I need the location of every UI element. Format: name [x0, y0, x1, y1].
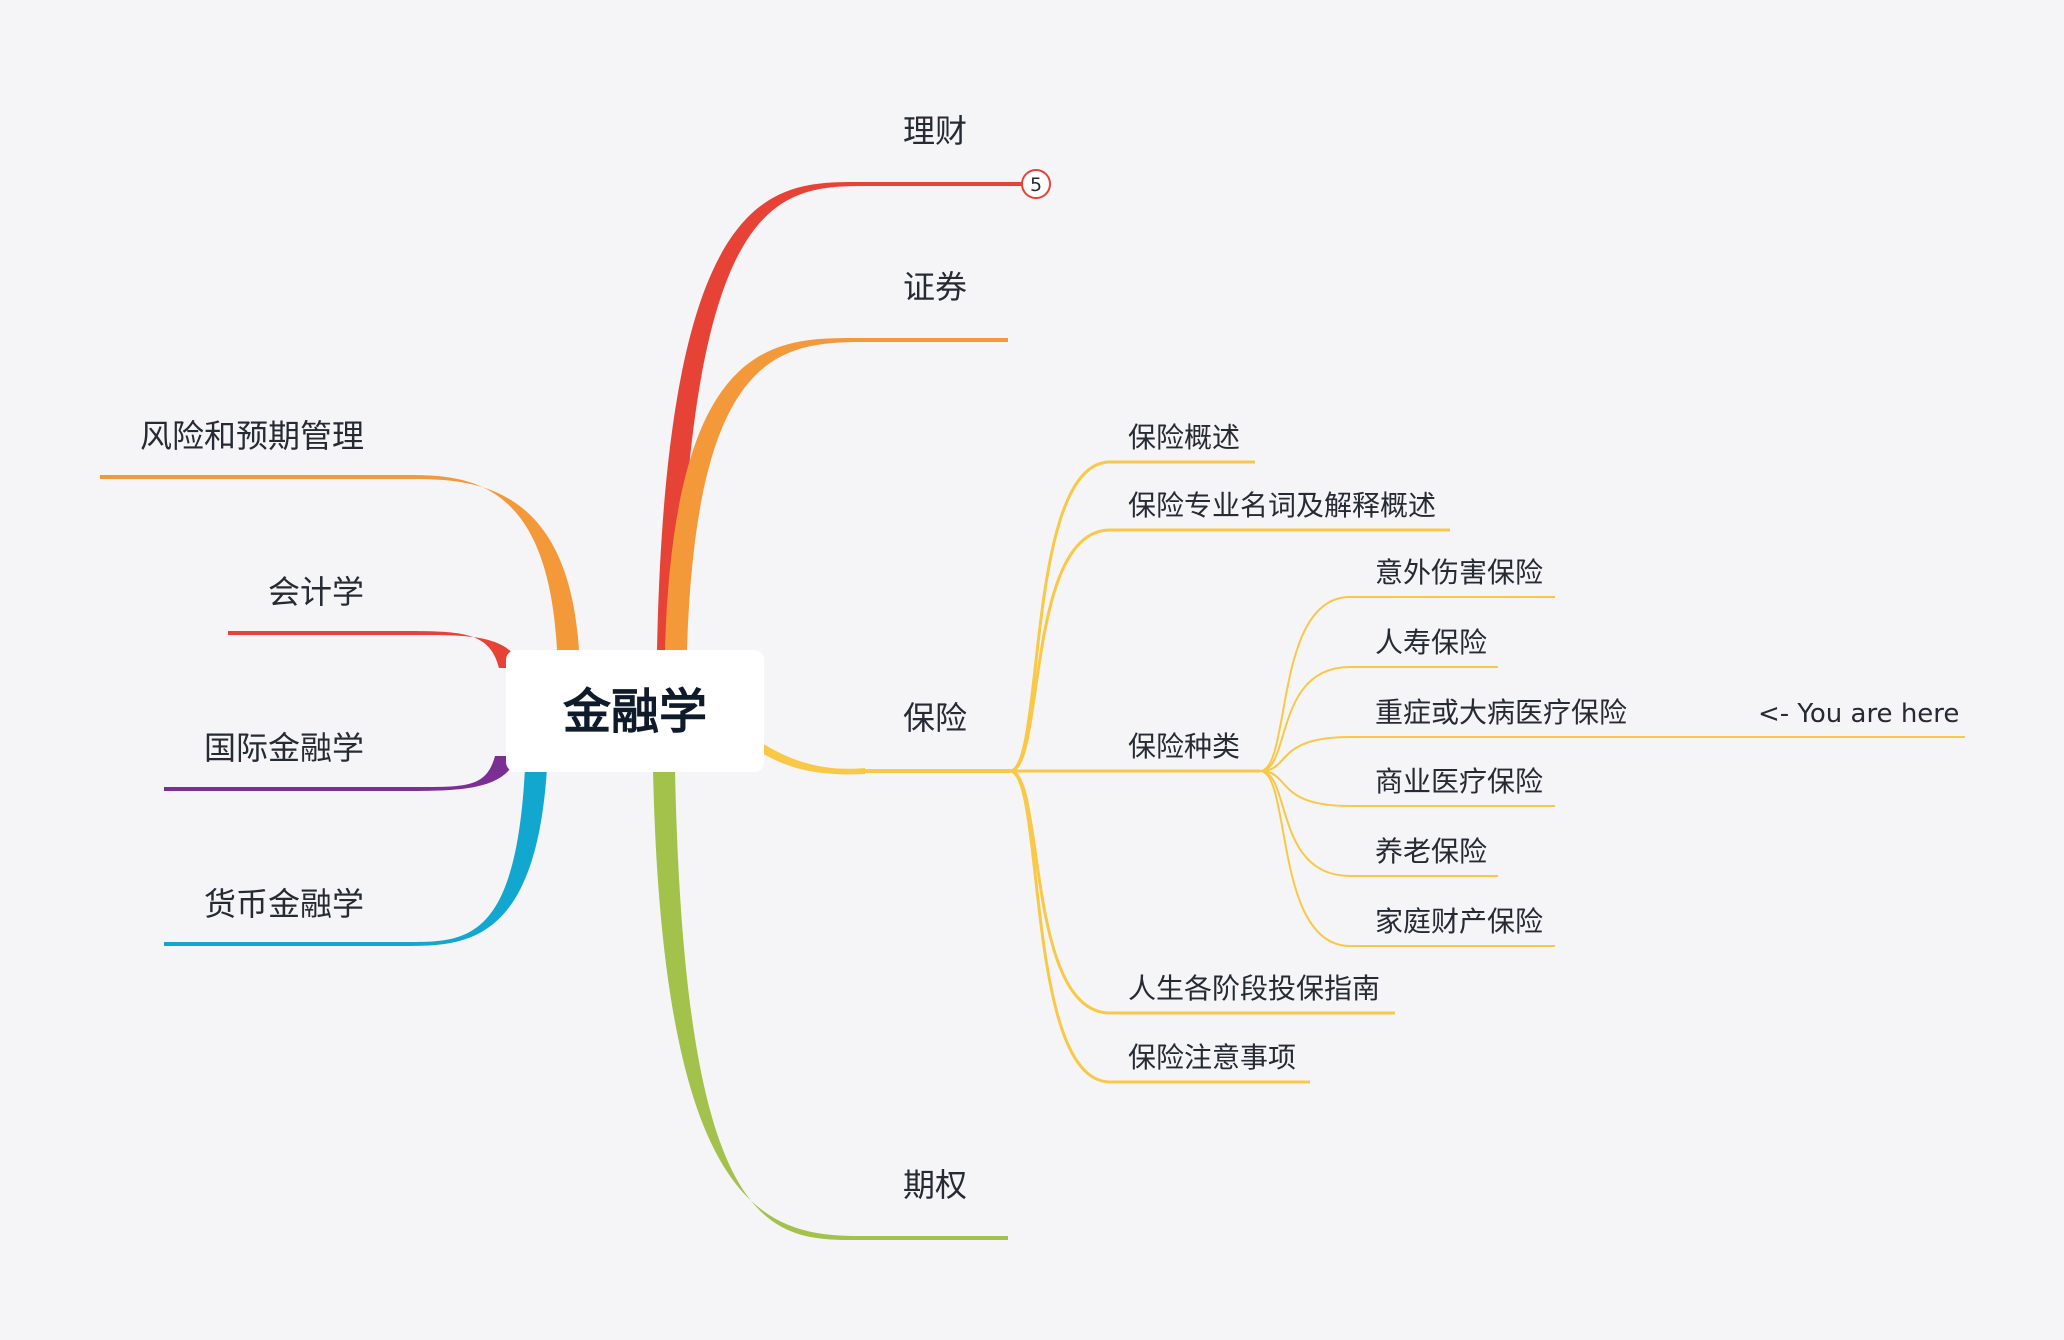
branch-node-huobi[interactable]: 货币金融学	[204, 885, 364, 923]
node-type-pension[interactable]: 养老保险	[1375, 835, 1487, 868]
mind-map-edges	[100, 181, 1965, 1241]
node-insurance-guide[interactable]: 人生各阶段投保指南	[1128, 972, 1380, 1005]
branch-node-licai[interactable]: 理财	[903, 112, 967, 150]
branch-edge-huobi	[405, 768, 547, 946]
node-type-accident[interactable]: 意外伤害保险	[1375, 556, 1543, 589]
node-type-life[interactable]: 人寿保险	[1375, 626, 1487, 659]
mind-map-canvas: 理财 5 证券保险期权 风险和预期管理会计学国际金融学货币金融学 保险概述保险专业名词及…	[100, 112, 1965, 1241]
branch-edge-kuaiji	[405, 631, 521, 668]
branch-edge-fengxian	[405, 475, 579, 650]
edge-insurance-overview	[1008, 460, 1112, 773]
branch-node-guoji[interactable]: 国际金融学	[204, 729, 364, 767]
you-are-here-marker[interactable]: <- You are here	[1758, 699, 1959, 729]
branch-node-baoxian[interactable]: 保险	[903, 699, 967, 737]
branch-node-fengxian[interactable]: 风险和预期管理	[140, 417, 364, 455]
branch-edge-baoxian	[760, 742, 865, 775]
node-type-commercial[interactable]: 商业医疗保险	[1375, 765, 1543, 798]
branch-node-zhengquan[interactable]: 证券	[903, 268, 967, 306]
branch-node-kuaiji[interactable]: 会计学	[268, 573, 364, 611]
node-insurance-terms[interactable]: 保险专业名词及解释概述	[1128, 489, 1436, 522]
mind-map-nodes: 理财 5 证券保险期权 风险和预期管理会计学国际金融学货币金融学 保险概述保险专业名词及…	[140, 112, 1959, 1204]
node-type-critical[interactable]: 重症或大病医疗保险	[1375, 696, 1627, 729]
collapsed-count-text[interactable]: 5	[1030, 174, 1042, 196]
edge-type-property	[1259, 770, 1351, 947]
node-insurance-overview[interactable]: 保险概述	[1128, 421, 1240, 454]
node-insurance-types[interactable]: 保险种类	[1128, 730, 1240, 763]
root-node-label[interactable]: 金融学	[562, 684, 707, 740]
branch-edge-guoji	[405, 756, 517, 791]
branch-edge-qiquan	[653, 770, 865, 1241]
edge-insurance-notes	[1008, 769, 1112, 1084]
node-type-property[interactable]: 家庭财产保险	[1375, 905, 1543, 938]
edge-type-accident	[1259, 596, 1351, 772]
branch-node-qiquan[interactable]: 期权	[903, 1166, 967, 1204]
node-insurance-notes[interactable]: 保险注意事项	[1128, 1041, 1296, 1074]
